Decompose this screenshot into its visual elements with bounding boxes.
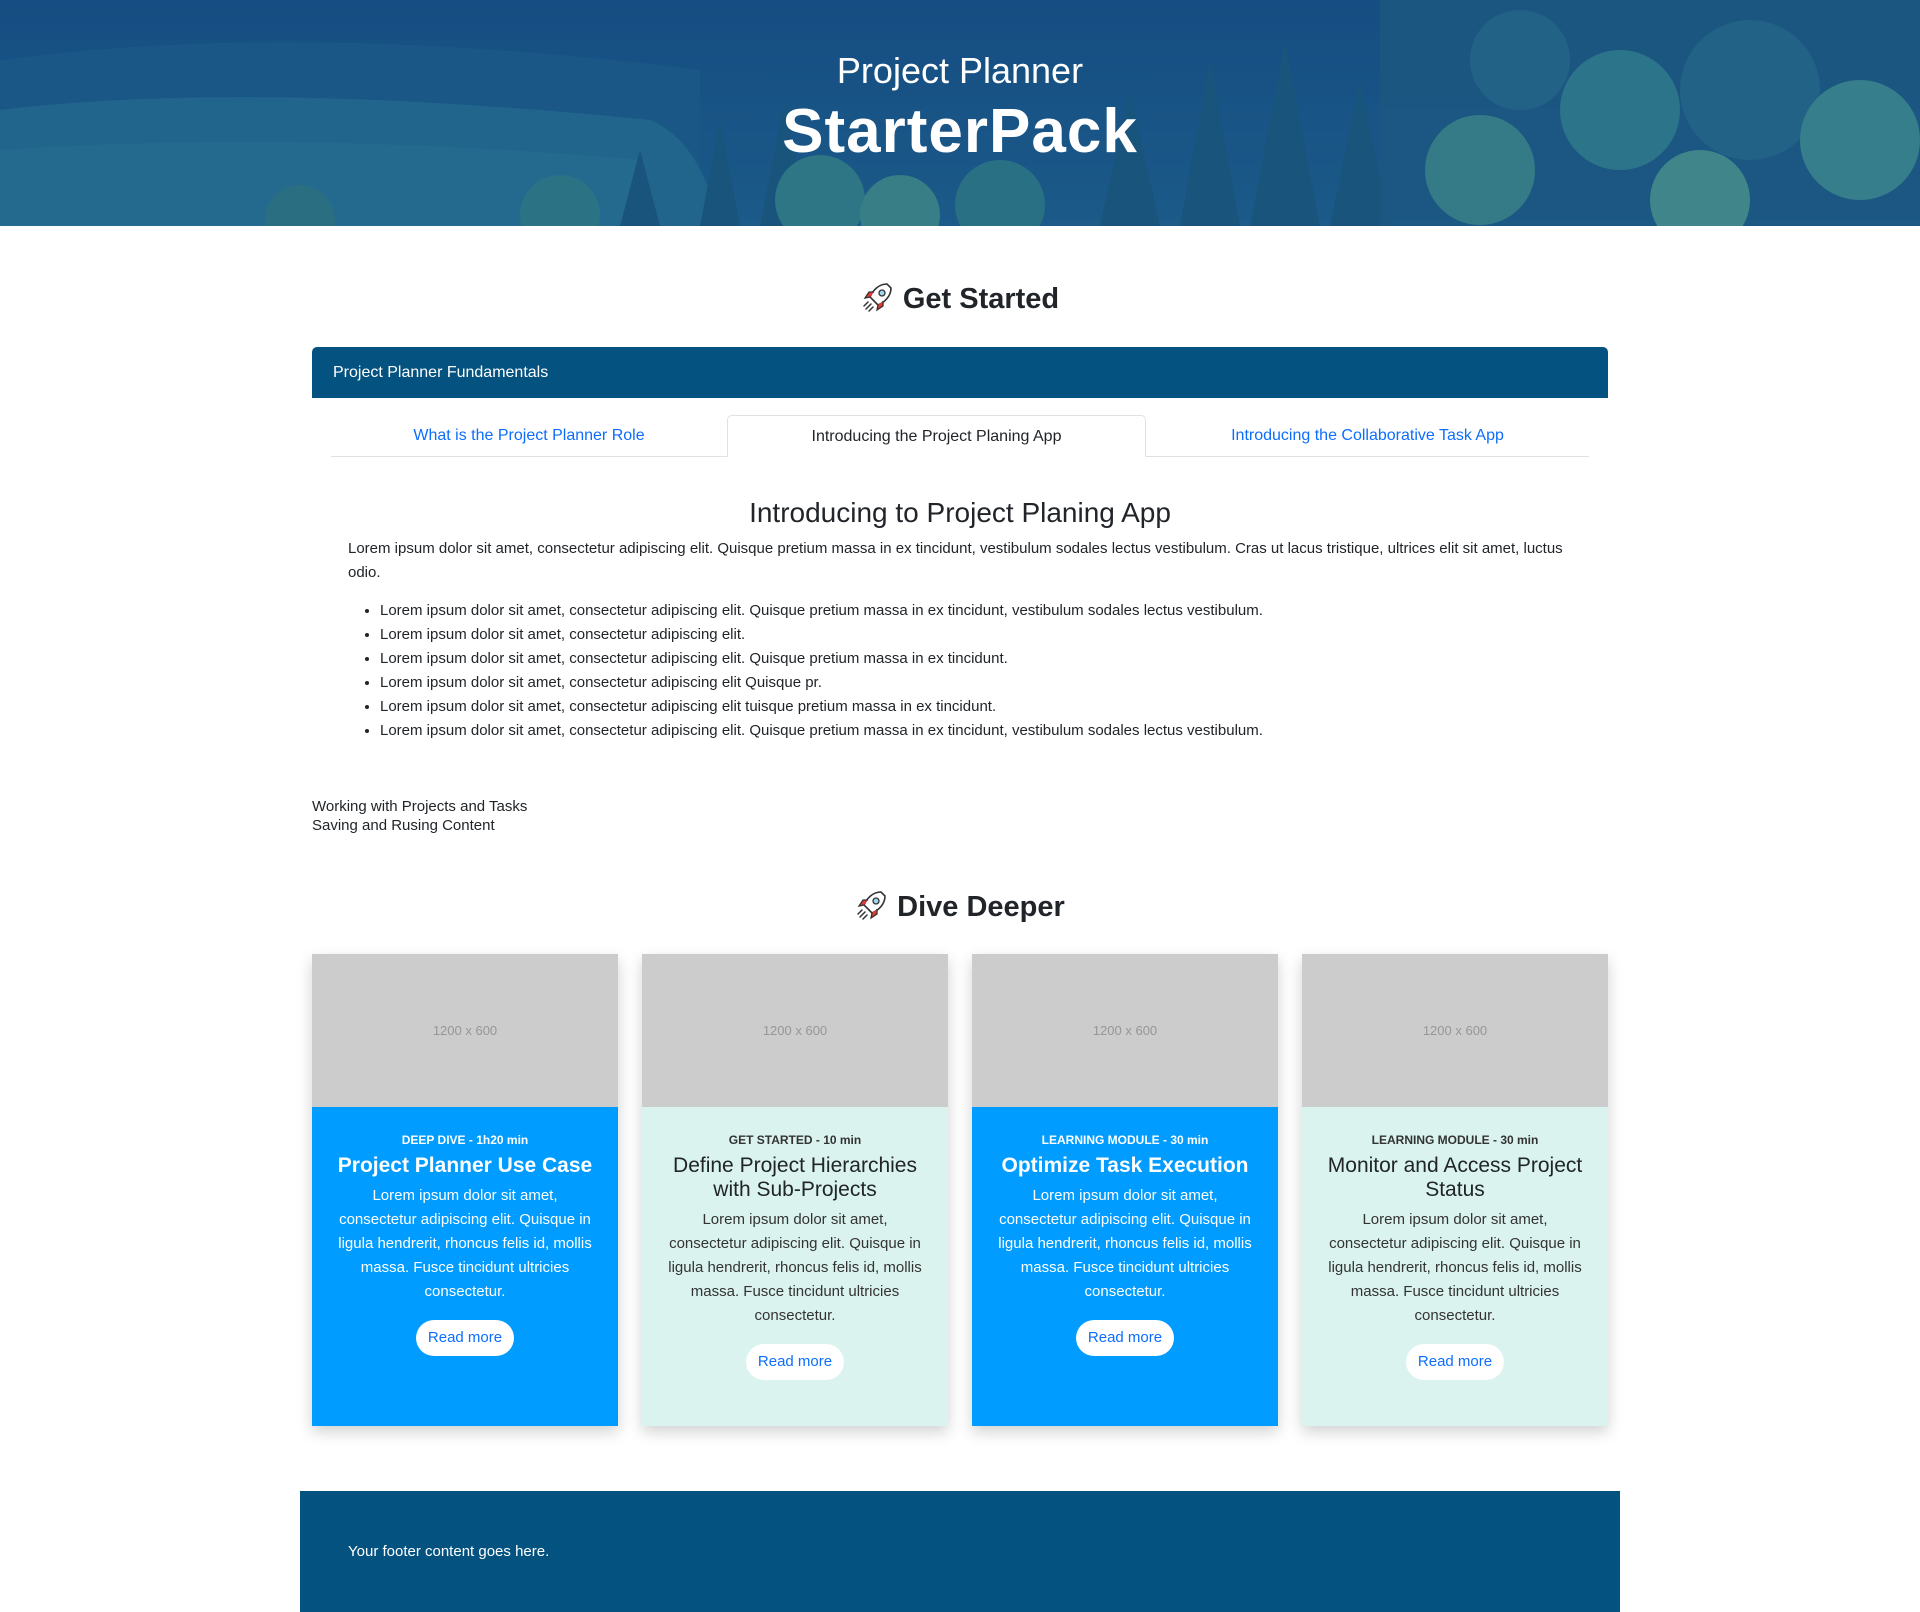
get-started-heading-text: Get Started [902, 283, 1060, 315]
card-image-placeholder: 1200 x 600 [1302, 954, 1608, 1107]
read-more-button[interactable]: Read more [745, 1344, 845, 1380]
card-title: Define Project Hierarchies with Sub-Proj… [673, 1154, 917, 1201]
hero-banner: Project Planner StarterPack [0, 0, 1920, 226]
card-body: DEEP DIVE - 1h20 min Project Planner Use… [312, 1107, 618, 1426]
card-description: Lorem ipsum dolor sit amet, consectetur … [338, 1187, 592, 1300]
hero-subtitle: Project Planner [836, 50, 1084, 91]
card-body: GET STARTED - 10 min Define Project Hier… [642, 1107, 948, 1426]
card-meta: LEARNING MODULE - 30 min [1041, 1133, 1209, 1147]
dive-deeper-heading-text: Dive Deeper [897, 891, 1065, 923]
card-image-placeholder: 1200 x 600 [972, 954, 1278, 1107]
card-use-case: 1200 x 600 DEEP DIVE - 1h20 min Project … [312, 954, 618, 1426]
tab-collaborative-task-app[interactable]: Introducing the Collaborative Task App [1146, 415, 1589, 456]
dive-deeper-heading: Dive Deeper [0, 888, 1920, 924]
list-item: Lorem ipsum dolor sit amet, consectetur … [380, 671, 1572, 695]
card-task-execution: 1200 x 600 LEARNING MODULE - 30 min Opti… [972, 954, 1278, 1426]
list-item: Lorem ipsum dolor sit amet, consectetur … [380, 599, 1572, 623]
card-description: Lorem ipsum dolor sit amet, consectetur … [668, 1211, 922, 1324]
read-more-button[interactable]: Read more [415, 1320, 515, 1356]
section-link-saving-content[interactable]: Saving and Rusing Content [312, 816, 527, 835]
card-project-status: 1200 x 600 LEARNING MODULE - 30 min Moni… [1302, 954, 1608, 1426]
content-title: Introducing to Project Planing App [749, 497, 1171, 528]
content-intro: Lorem ipsum dolor sit amet, consectetur … [348, 540, 1563, 581]
card-image-placeholder: 1200 x 600 [642, 954, 948, 1107]
rocket-icon [863, 283, 892, 312]
list-item: Lorem ipsum dolor sit amet, consectetur … [380, 647, 1572, 671]
card-description: Lorem ipsum dolor sit amet, consectetur … [998, 1187, 1252, 1300]
fundamentals-accordion: Project Planner Fundamentals What is the… [312, 347, 1608, 739]
card-image-placeholder: 1200 x 600 [312, 954, 618, 1107]
content-bullet-list: Lorem ipsum dolor sit amet, consectetur … [348, 599, 1572, 743]
card-meta: GET STARTED - 10 min [728, 1133, 862, 1147]
collapsed-sections: Working with Projects and Tasks Saving a… [312, 797, 527, 835]
card-meta: DEEP DIVE - 1h20 min [401, 1133, 529, 1147]
card-body: LEARNING MODULE - 30 min Monitor and Acc… [1302, 1107, 1608, 1426]
card-title: Monitor and Access Project Status [1327, 1154, 1583, 1201]
read-more-button[interactable]: Read more [1405, 1344, 1505, 1380]
accordion-header[interactable]: Project Planner Fundamentals [312, 347, 1608, 398]
rocket-icon [857, 891, 886, 920]
tab-content: Introducing to Project Planing App Lorem… [348, 497, 1572, 743]
card-body: LEARNING MODULE - 30 min Optimize Task E… [972, 1107, 1278, 1426]
get-started-heading: Get Started [0, 280, 1920, 316]
list-item: Lorem ipsum dolor sit amet, consectetur … [380, 623, 1572, 647]
tab-project-planner-role[interactable]: What is the Project Planner Role [331, 415, 727, 456]
card-description: Lorem ipsum dolor sit amet, consectetur … [1328, 1211, 1582, 1324]
footer-text: Your footer content goes here. [348, 1543, 550, 1560]
page-footer: Your footer content goes here. [300, 1491, 1620, 1612]
tab-bar: What is the Project Planner Role Introdu… [331, 415, 1589, 457]
section-link-projects-tasks[interactable]: Working with Projects and Tasks [312, 797, 527, 816]
list-item: Lorem ipsum dolor sit amet, consectetur … [380, 719, 1572, 743]
card-project-hierarchies: 1200 x 600 GET STARTED - 10 min Define P… [642, 954, 948, 1426]
list-item: Lorem ipsum dolor sit amet, consectetur … [380, 695, 1572, 719]
hero-title: StarterPack [782, 97, 1138, 166]
card-title: Project Planner Use Case [337, 1154, 593, 1177]
read-more-button[interactable]: Read more [1075, 1320, 1175, 1356]
card-title: Optimize Task Execution [1001, 1154, 1249, 1177]
card-meta: LEARNING MODULE - 30 min [1371, 1133, 1539, 1147]
tab-project-planing-app[interactable]: Introducing the Project Planing App [727, 415, 1146, 457]
